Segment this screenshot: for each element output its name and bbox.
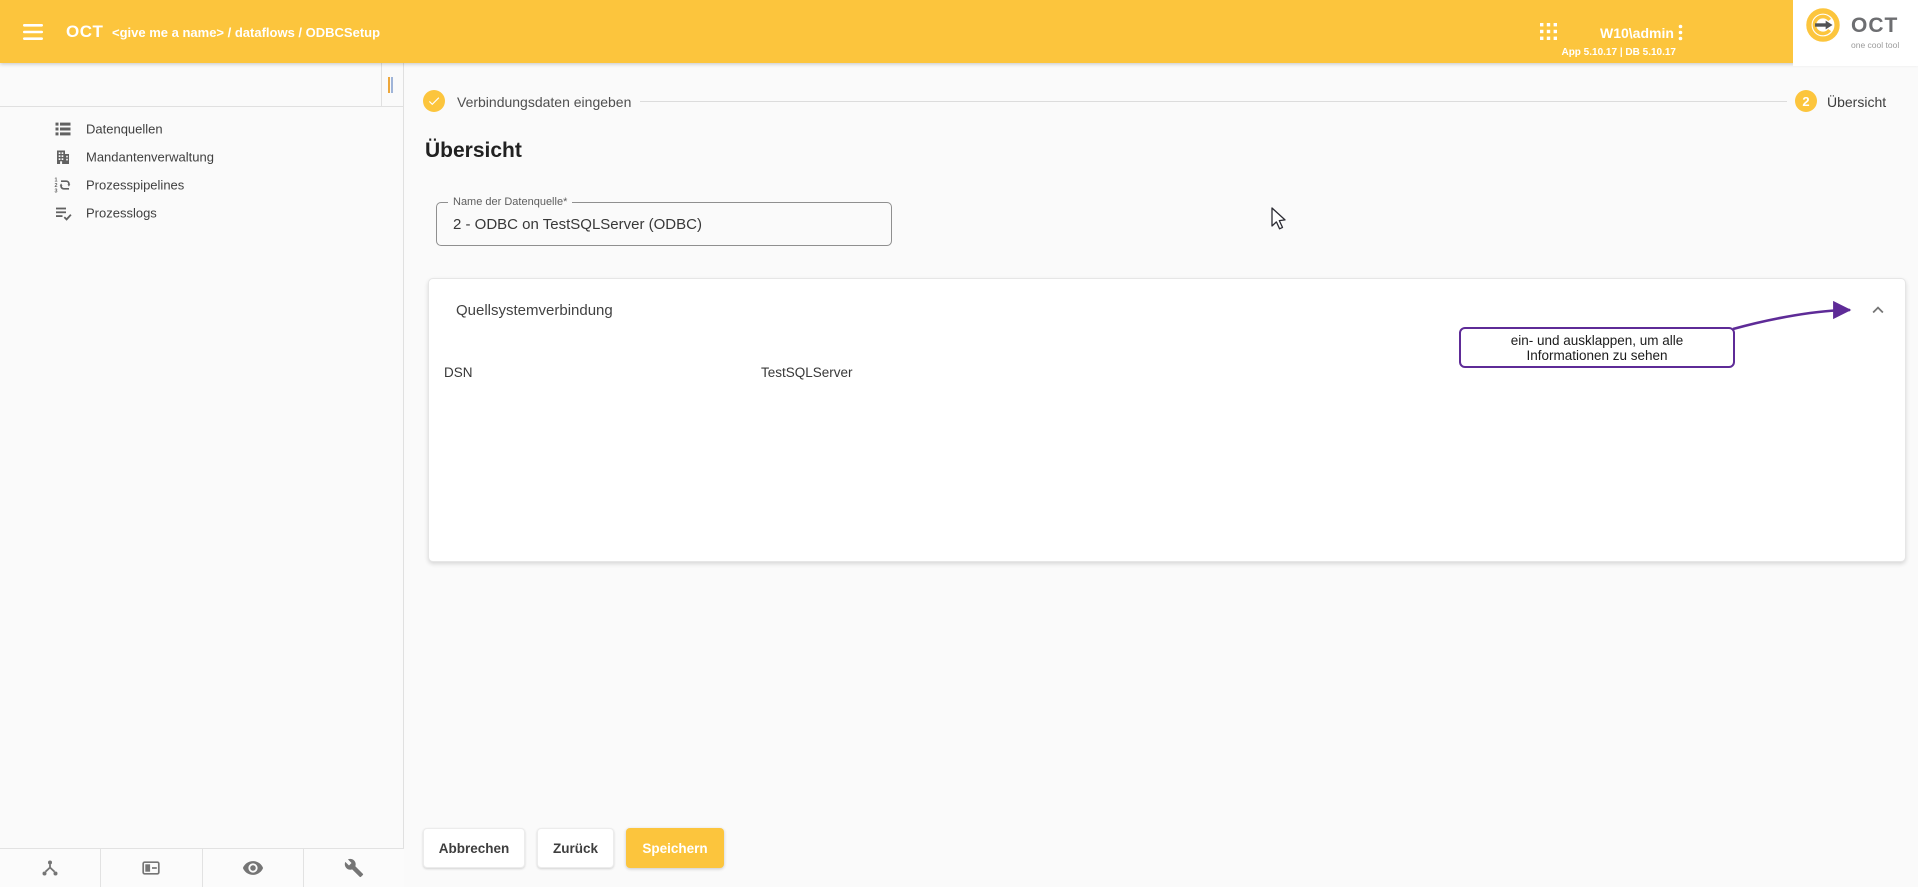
kebab-menu-icon[interactable] [1678,24,1688,40]
oct-logo-icon [1805,7,1841,48]
top-app-bar: OCT <give me a name> / dataflows / ODBCS… [0,0,1918,63]
sidebar-item-label: Mandantenverwaltung [86,150,214,165]
sidebar-top-strip [0,63,403,107]
eye-icon[interactable] [202,849,303,887]
brand-logo: OCT one cool tool [1793,0,1918,66]
building-icon [54,148,72,166]
cancel-button[interactable]: Abbrechen [423,828,525,868]
datasource-name-input[interactable] [437,203,891,245]
app-window: OCT <give me a name> / dataflows / ODBCS… [0,0,1918,887]
sidebar-item-datenquellen[interactable]: Datenquellen [0,115,403,143]
sidebar-item-mandantenverwaltung[interactable]: Mandantenverwaltung [0,143,403,171]
layout-icon[interactable] [100,849,201,887]
sidebar-item-label: Prozesslogs [86,206,157,221]
breadcrumb[interactable]: <give me a name> / dataflows / ODBCSetup [112,25,380,40]
menu-icon[interactable] [23,24,43,40]
dsn-value: TestSQLServer [761,365,853,380]
sidebar-item-prozesslogs[interactable]: Prozesslogs [0,199,403,227]
step-2-circle[interactable]: 2 [1795,90,1817,112]
annotation-tooltip: ein- und ausklappen, um alle Information… [1459,327,1735,368]
connection-card-title: Quellsystemverbindung [456,302,613,319]
step-2-number: 2 [1802,94,1809,109]
version-info: App 5.10.17 | DB 5.10.17 [1500,47,1676,58]
logo-text: OCT [1851,14,1898,38]
sidebar-footer-toolbar [0,848,404,887]
chevron-up-icon[interactable] [1867,299,1889,321]
step-1-label[interactable]: Verbindungsdaten eingeben [457,94,631,110]
sidebar: Datenquellen Mandantenve [0,63,404,887]
view-list-icon [54,120,72,138]
name-field-outline [436,202,892,246]
name-field-label: Name der Datenquelle* [448,196,572,208]
back-button[interactable]: Zurück [537,828,614,868]
wrench-icon[interactable] [303,849,404,887]
numbered-flow-icon: 123 [54,176,72,194]
splitter-cell [381,63,403,107]
user-menu[interactable]: W10\admin [1600,25,1674,41]
save-button[interactable]: Speichern [626,828,724,868]
sidebar-item-label: Prozesspipelines [86,178,184,193]
connection-card: Quellsystemverbindung DSN TestSQLServer [428,278,1906,562]
check-icon [427,94,441,108]
sidebar-item-prozesspipelines[interactable]: 123 Prozesspipelines [0,171,403,199]
mouse-cursor-icon [1268,206,1290,232]
logo-tagline: one cool tool [1851,40,1899,50]
page-title: Übersicht [425,139,522,163]
app-title: OCT [66,22,103,42]
sidebar-nav: Datenquellen Mandantenve [0,115,403,227]
sidebar-item-label: Datenquellen [86,122,163,137]
playlist-check-icon [54,204,72,222]
hub-icon[interactable] [0,849,100,887]
dsn-key: DSN [444,365,473,380]
step-2-label[interactable]: Übersicht [1827,94,1886,110]
apps-grid-icon[interactable] [1540,23,1557,40]
step-1-completed-icon[interactable] [423,90,445,112]
svg-text:3: 3 [55,189,58,194]
stepper-connector [640,101,1787,102]
splitter-handle-icon[interactable] [388,77,394,93]
